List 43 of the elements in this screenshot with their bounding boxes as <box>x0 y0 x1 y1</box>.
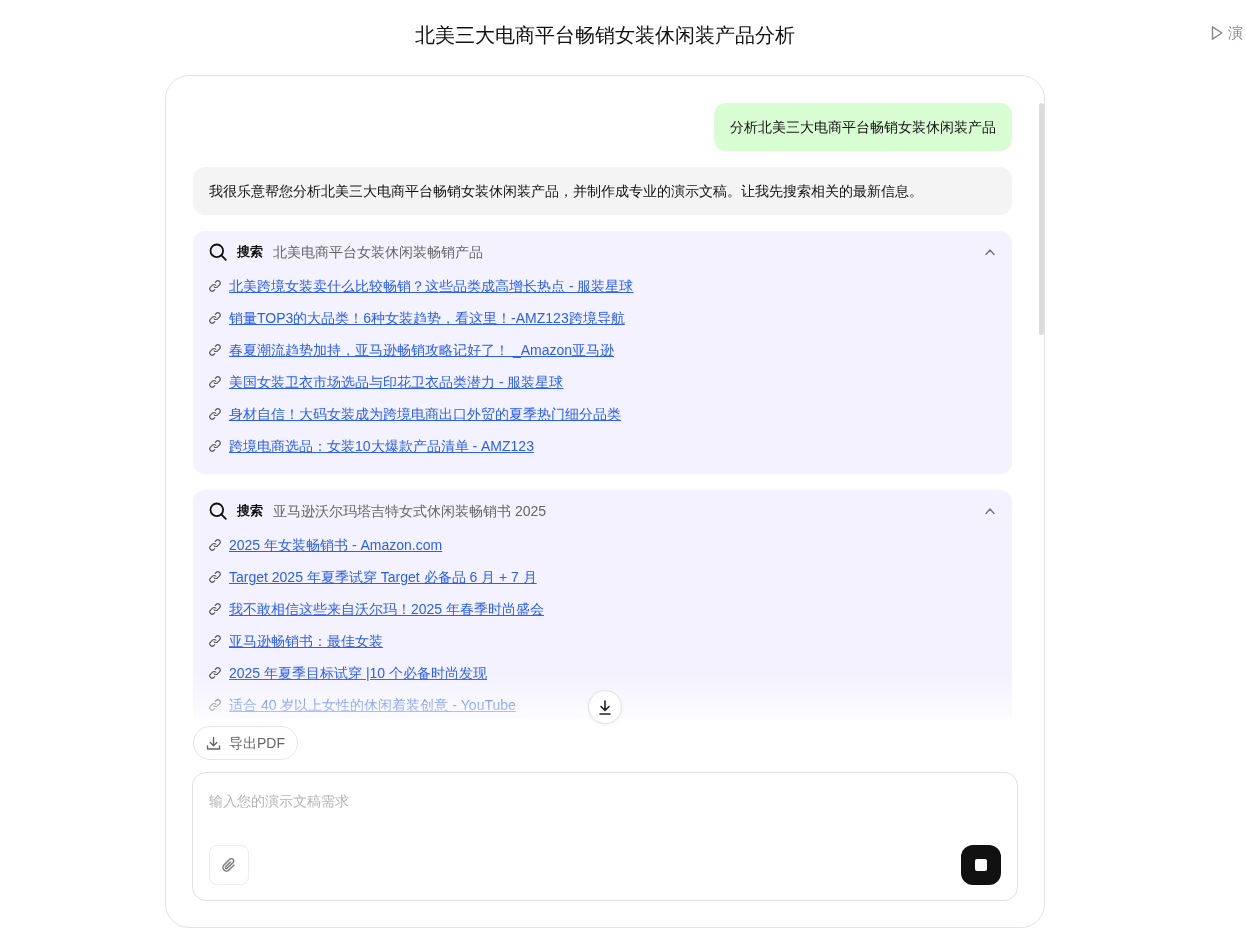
search-query: 亚马逊沃尔玛塔吉特女式休闲装畅销书 2025 <box>273 501 548 521</box>
search-result-link[interactable]: 北美跨境女装卖什么比较畅销？这些品类成高增长热点 - 服装星球 <box>229 276 634 296</box>
search-result-link[interactable]: 跨境电商选品：女装10大爆款产品清单 - AMZ123 <box>229 436 534 456</box>
search-result-link[interactable]: 春夏潮流趋势加持，亚马逊畅销攻略记好了！ _Amazon亚马逊 <box>229 340 615 360</box>
search-query: 北美电商平台女装休闲装畅销产品 <box>273 242 484 262</box>
link-icon <box>209 280 221 292</box>
side-tab[interactable]: 演 <box>1211 24 1243 42</box>
search-result-link[interactable]: 2025 年夏季目标试穿 |10 个必备时尚发现 <box>229 663 488 683</box>
search-result-link[interactable]: 销量TOP3的大品类！6种女装趋势，看这里！-AMZ123跨境导航 <box>229 308 625 328</box>
search-result-link[interactable]: 2025 年女装畅销书 - Amazon.com <box>229 535 443 555</box>
link-icon <box>209 667 221 679</box>
export-pdf-button[interactable]: 导出PDF <box>193 726 298 760</box>
search-result-link[interactable]: Target 2025 年夏季试穿 Target 必备品 6 月 + 7 月 <box>229 567 537 587</box>
link-icon <box>209 408 221 420</box>
link-icon <box>209 539 221 551</box>
paperclip-icon <box>221 856 237 874</box>
scrollbar-thumb[interactable] <box>1039 103 1044 335</box>
play-icon <box>1211 25 1223 41</box>
search-label: 搜索 <box>237 502 263 521</box>
link-icon <box>209 344 221 356</box>
search-icon <box>209 502 227 520</box>
search-result-link[interactable]: 美国女装卫衣市场选品与印花卫衣品类潜力 - 服装星球 <box>229 372 564 392</box>
search-result-link[interactable]: 身材自信！大码女装成为跨境电商出口外贸的夏季热门细分品类 <box>229 404 621 424</box>
search-result-link[interactable]: 我不敢相信这些来自沃尔玛！2025 年春季时尚盛会 <box>229 599 545 619</box>
attach-button[interactable] <box>209 845 249 885</box>
search-result-link[interactable]: 亚马逊畅销书：最佳女装 <box>229 631 383 651</box>
search-label: 搜索 <box>237 243 263 262</box>
search-icon <box>209 243 227 261</box>
link-icon <box>209 312 221 324</box>
page-title: 北美三大电商平台畅销女装休闲装产品分析 <box>415 23 795 48</box>
stop-icon <box>975 859 987 871</box>
user-message: 分析北美三大电商平台畅销女装休闲装产品 <box>714 103 1012 151</box>
arrow-down-icon <box>598 699 612 715</box>
download-icon <box>206 735 221 751</box>
link-icon <box>209 440 221 452</box>
link-icon <box>209 376 221 388</box>
link-icon <box>209 571 221 583</box>
stop-button[interactable] <box>961 845 1001 885</box>
link-icon <box>209 603 221 615</box>
link-icon <box>209 699 221 711</box>
link-icon <box>209 635 221 647</box>
message-input[interactable]: 输入您的演示文稿需求 <box>209 791 1001 811</box>
assistant-message: 我很乐意帮您分析北美三大电商平台畅销女装休闲装产品，并制作成专业的演示文稿。让我先搜索相关的最新信息。 <box>193 167 1012 215</box>
